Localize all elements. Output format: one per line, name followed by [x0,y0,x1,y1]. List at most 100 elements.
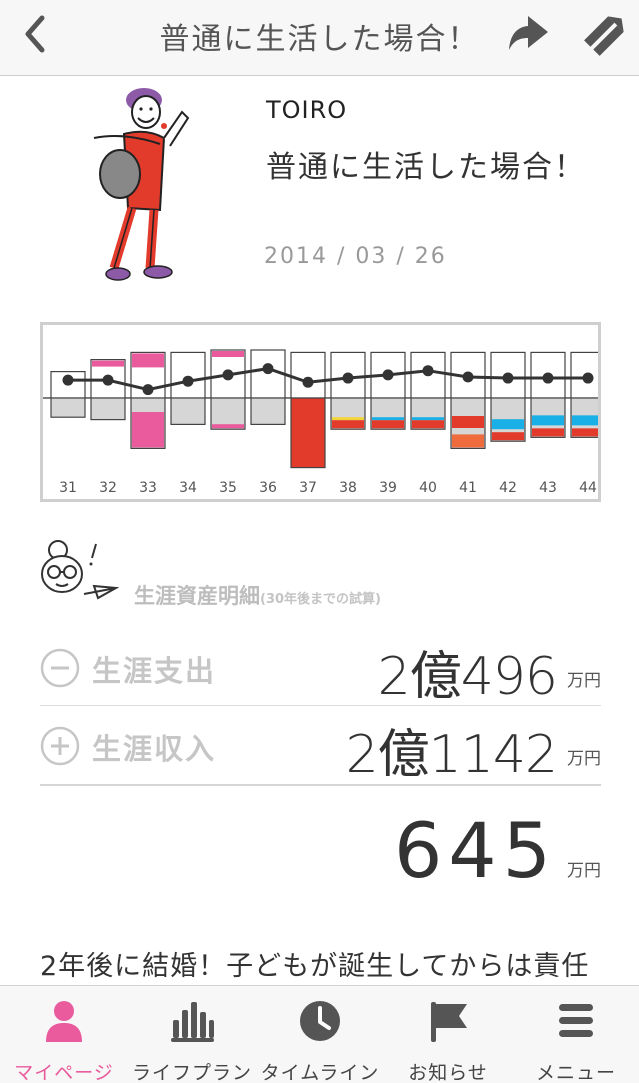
expense-unit: 万円 [567,671,601,691]
share-button[interactable] [504,10,554,58]
chart-cyan-segment [532,415,564,426]
chart-pink-segment [212,351,244,357]
life-balance-chart[interactable]: 31 32 33 34 35 36 37 38 39 40 41 42 43 44 [40,322,601,502]
tab-mypage[interactable]: マイページ [0,986,128,1083]
chart-red-segment [572,428,598,437]
chart-yellow-segment [332,417,364,421]
chart-tick-label: 37 [299,480,317,496]
chart-balance-point [542,372,554,384]
tab-label: マイページ [14,1062,114,1083]
chart-tick-label: 43 [539,480,557,496]
detail-heading-note: (30年後までの試算) [260,592,381,607]
chart-expense-bar [250,397,286,425]
flag-icon [431,1002,467,1042]
chart-red-segment [412,420,444,429]
chart-income-bar [170,351,206,399]
tab-label: メニュー [535,1062,616,1083]
tab-label: ライフプラン [131,1062,252,1083]
expense-label: 生涯支出 [92,654,217,688]
chart-balance-point [462,371,474,383]
income-label: 生涯収入 [92,732,217,766]
share-arrow-icon [509,16,548,50]
chart-svg: 31 32 33 34 35 36 37 38 39 40 41 42 43 44 [43,349,598,496]
income-value: 2億1142 [345,725,558,785]
tab-notice[interactable]: お知らせ [384,986,512,1083]
chart-expense-bar [290,397,326,469]
expense-row: 生涯支出 2億496 万円 [40,630,601,707]
detail-heading-text: 生涯資産明細 [134,584,260,608]
tab-lifeplan[interactable]: ライフプラン [128,986,256,1083]
chart-balance-point [502,372,514,384]
chart-balance-point [422,365,434,377]
chart-balance-point [222,369,234,381]
income-unit: 万円 [567,749,601,769]
detail-heading: 生涯資産明細(30年後までの試算) [134,580,381,610]
chart-balance-point [302,376,314,388]
chart-red-segment [532,428,564,437]
plan-description: 2年後に結婚！子どもが誕生してからは責任 [40,951,590,982]
balance-unit: 万円 [567,861,601,881]
balance-value: 645 [393,806,557,895]
clock-icon [300,1001,340,1041]
chart-balance-point [62,374,74,386]
expense-value: 2億496 [377,647,558,707]
tab-label: お知らせ [408,1062,488,1083]
chart-balance-point [342,372,354,384]
chart-balance-point [142,384,154,396]
bar-chart-icon [171,1002,214,1042]
back-button[interactable] [14,12,58,56]
chart-tick-label: 35 [219,480,237,496]
chart-tick-label: 34 [179,480,197,496]
tab-menu[interactable]: メニュー [512,986,639,1083]
chart-pink-segment [92,360,124,367]
edit-button[interactable] [580,8,632,60]
character-illustration [84,82,198,286]
chevron-left-icon [25,15,45,53]
chart-tick-label: 42 [499,480,517,496]
tab-timeline[interactable]: タイムライン [256,986,384,1083]
plan-title: 普通に生活した場合！ [266,150,586,185]
chart-red-segment [332,420,364,429]
chart-red-segment [372,420,404,429]
chart-balance-point [182,375,194,387]
nav-title: 普通に生活した場合！ [159,22,480,57]
advisor-icon [36,536,124,606]
chart-red-segment [452,416,484,428]
chart-tick-label: 41 [459,480,477,496]
chart-tick-label: 40 [419,480,437,496]
chart-tick-label: 38 [339,480,357,496]
chart-cyan-segment [492,419,524,430]
chart-income-bar [290,351,326,399]
chart-balance-point [582,372,594,384]
plus-circle-icon [40,726,80,766]
brand-name: TOIRO [266,96,348,124]
chart-expense-bar [50,397,86,418]
tab-label: タイムライン [260,1062,380,1083]
nav-bar: 普通に生活した場合！ [0,0,639,76]
chart-balance-point [102,374,114,386]
chart-cyan-segment [372,417,404,421]
chart-pink-segment [212,424,244,429]
plan-date: 2014 / 03 / 26 [264,244,447,269]
chart-pink-segment [132,353,164,368]
pencil-icon [584,16,624,56]
tab-bar: マイページ ライフプラン タイムライン お知らせ メニュー [0,985,639,1083]
menu-icon [559,1004,593,1037]
chart-cyan-segment [412,417,444,421]
chart-tick-label: 31 [59,480,77,496]
chart-balance-point [382,369,394,381]
minus-circle-icon [40,648,80,688]
income-row: 生涯収入 2億1142 万円 [40,708,601,786]
chart-tick-label: 39 [379,480,397,496]
chart-tick-label: 36 [259,480,277,496]
chart-cyan-segment [572,415,598,426]
person-icon [46,1001,82,1042]
chart-tick-label: 33 [139,480,157,496]
chart-tick-label: 44 [579,480,597,496]
chart-expense-bar [170,397,206,425]
chart-expense-bar [90,397,126,421]
chart-tick-label: 32 [99,480,117,496]
chart-balance-point [262,363,274,375]
chart-red-segment [492,432,524,441]
chart-red-segment [452,434,484,448]
